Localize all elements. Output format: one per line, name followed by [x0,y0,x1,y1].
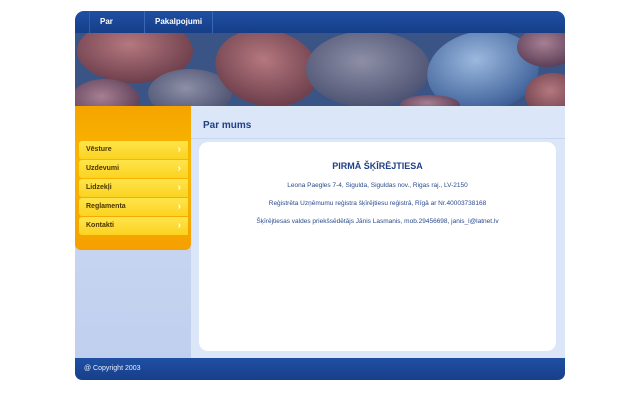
sidebar-item-label: Lidzekļi [86,184,112,191]
chevron-right-icon: › [177,182,181,193]
stones-banner [75,33,565,106]
title-divider [191,138,565,139]
organization-heading: PIRMĀ ŠĶĪRĒJTIESA [332,161,423,171]
sidebar-item-label: Vēsture [86,146,112,153]
site-frame: Par mums Pakalpojumi [75,11,565,380]
left-sidebar: Vēsture › Uzdevumi › Lidzekļi › Reglamen… [75,106,191,358]
sidebar-menu: Vēsture › Uzdevumi › Lidzekļi › Reglamen… [79,141,188,236]
chevron-right-icon: › [177,163,181,174]
chevron-right-icon: › [177,201,181,212]
sidebar-item-label: Uzdevumi [86,165,120,172]
chevron-right-icon: › [177,220,181,231]
nav-item-par-mums[interactable]: Par mums [90,11,145,48]
stone [306,33,430,106]
sidebar-item-reglamenta[interactable]: Reglamenta › [79,198,188,216]
footer: @ Copyright 2003 [75,358,565,380]
nav-item-pakalpojumi[interactable]: Pakalpojumi [145,11,214,33]
sidebar-item-vesture[interactable]: Vēsture › [79,141,188,159]
chevron-right-icon: › [177,144,181,155]
stones-image [75,33,565,106]
sidebar-item-label: Kontakti [86,222,114,229]
registration-text: Reģistrēta Uzņēmumu reģistra šķīrējtiesu… [268,200,487,207]
sidebar-item-kontakti[interactable]: Kontakti › [79,217,188,235]
main-content: Par mums PIRMĀ ŠĶĪRĒJTIESA Leona Paegles… [191,109,565,358]
sidebar-item-uzdevumi[interactable]: Uzdevumi › [79,160,188,178]
sidebar-item-label: Reglamenta [86,203,126,210]
address-text: Leona Paegles 7-4, Sigulda, Siguldas nov… [287,182,468,189]
sidebar-item-lidzekli[interactable]: Lidzekļi › [79,179,188,197]
top-navigation: Par mums Pakalpojumi [75,11,565,48]
copyright-text: @ Copyright 2003 [84,365,141,372]
chairman-text: Šķīrējtiesas valdes priekšsēdētājs Jānis… [256,218,499,225]
content-card: PIRMĀ ŠĶĪRĒJTIESA Leona Paegles 7-4, Sig… [199,142,556,351]
nav-spacer [75,11,90,33]
page-title: Par mums [203,120,252,131]
